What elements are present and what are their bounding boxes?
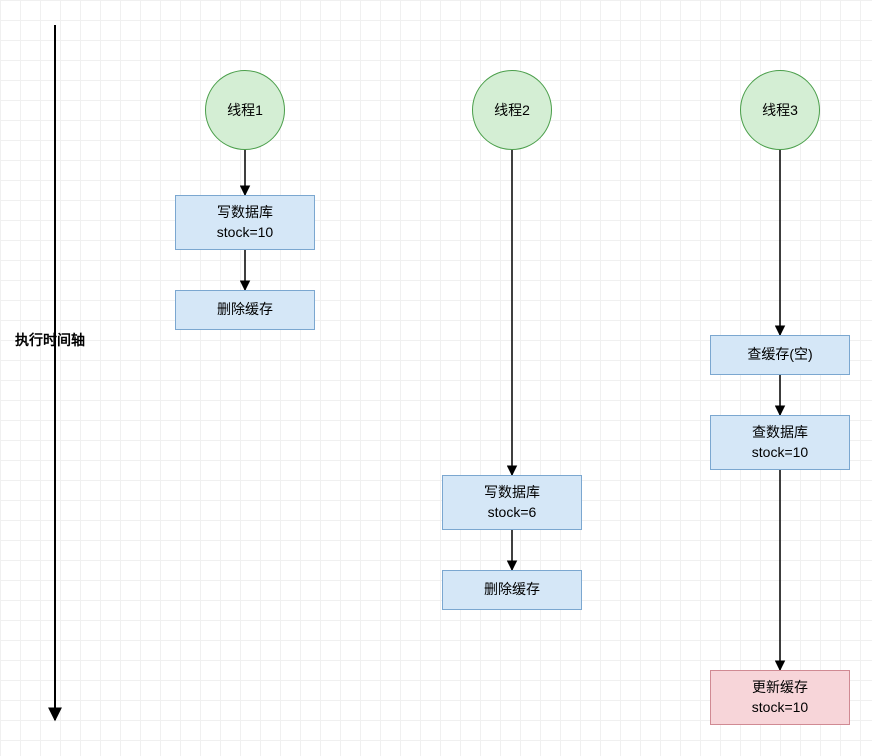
thread-1-step-2: 删除缓存	[175, 290, 315, 330]
thread-2-step-1: 写数据库 stock=6	[442, 475, 582, 530]
thread-3-step-3-line1: 更新缓存	[752, 678, 808, 698]
thread-2-step-1-line1: 写数据库	[484, 483, 540, 503]
thread-1-step-2-line1: 删除缓存	[217, 300, 273, 320]
thread-2-step-1-line2: stock=6	[488, 503, 537, 523]
thread-3-step-2-line1: 查数据库	[752, 423, 808, 443]
thread-3-step-2-line2: stock=10	[752, 443, 808, 463]
thread-3-step-1-line1: 查缓存(空)	[747, 345, 812, 365]
thread-1-start: 线程1	[205, 70, 285, 150]
thread-3-step-3-line2: stock=10	[752, 698, 808, 718]
thread-2-label: 线程2	[494, 100, 530, 120]
thread-1-step-1-line1: 写数据库	[217, 203, 273, 223]
thread-3-step-3: 更新缓存 stock=10	[710, 670, 850, 725]
thread-3-step-1: 查缓存(空)	[710, 335, 850, 375]
thread-2-step-2-line1: 删除缓存	[484, 580, 540, 600]
thread-2-step-2: 删除缓存	[442, 570, 582, 610]
thread-3-start: 线程3	[740, 70, 820, 150]
timeline-axis-label: 执行时间轴	[15, 330, 85, 350]
thread-3-label: 线程3	[762, 100, 798, 120]
thread-1-label: 线程1	[227, 100, 263, 120]
thread-1-step-1: 写数据库 stock=10	[175, 195, 315, 250]
thread-3-step-2: 查数据库 stock=10	[710, 415, 850, 470]
thread-2-start: 线程2	[472, 70, 552, 150]
thread-1-step-1-line2: stock=10	[217, 223, 273, 243]
